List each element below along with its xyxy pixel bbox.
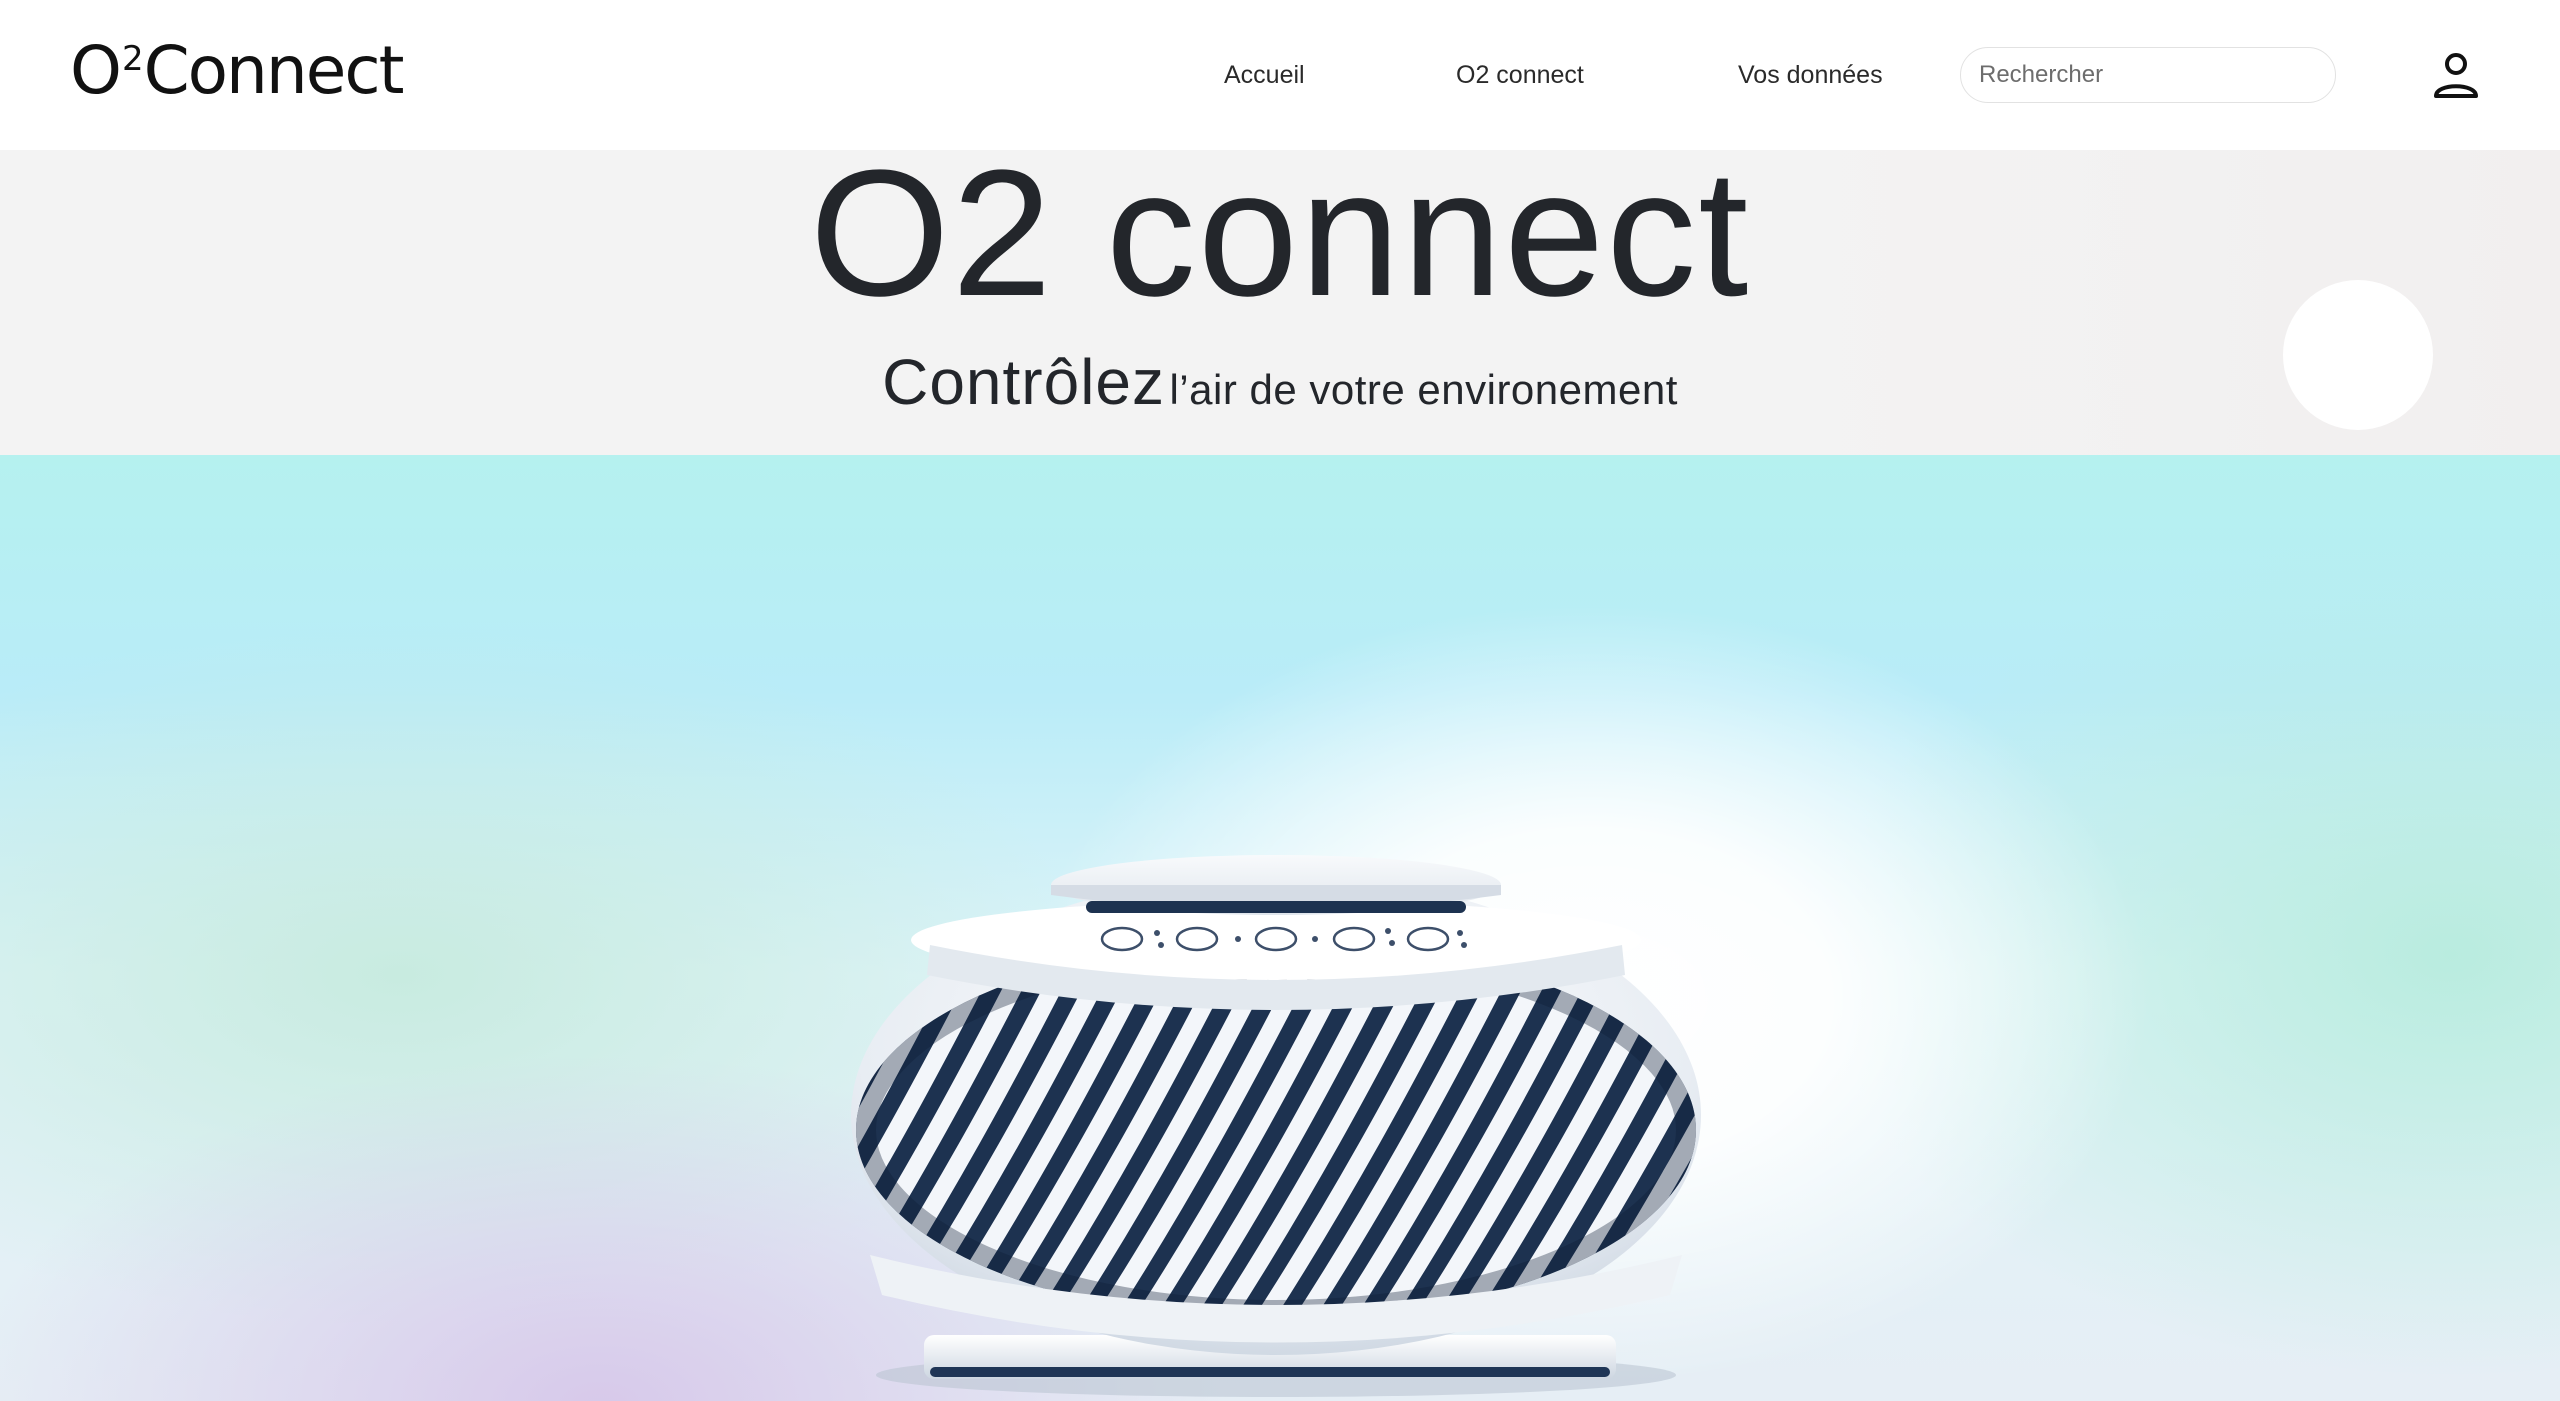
decorative-circle [2283,280,2433,430]
nav-item-vos-donnees[interactable]: Vos données [1738,60,1883,90]
air-purifier-image [851,855,1701,1397]
logo-wordmark: Connect [143,32,405,109]
logo-superscript: 2 [121,39,144,79]
hero-subtitle: Contrôlez l’air de votre environement [0,350,2560,414]
user-icon [2434,53,2478,98]
logo-letter: O [70,32,122,109]
nav-item-accueil[interactable]: Accueil [1224,60,1305,90]
site-header: O 2 Connect Accueil O2 connect Vos donné… [0,0,2560,150]
product-showcase [0,455,2560,1401]
hero-subtitle-emphasis: Contrôlez [882,346,1166,418]
hero-title: O2 connect [809,150,1751,334]
hero-banner: O2 connect Contrôlez l’air de votre envi… [0,150,2560,455]
hero-subtitle-text: l’air de votre environement [1169,366,1678,413]
user-account-button[interactable] [2432,50,2480,100]
nav-item-o2-connect[interactable]: O2 connect [1456,60,1584,90]
search-input[interactable] [1960,47,2336,103]
brand-logo[interactable]: O 2 Connect [70,32,405,110]
